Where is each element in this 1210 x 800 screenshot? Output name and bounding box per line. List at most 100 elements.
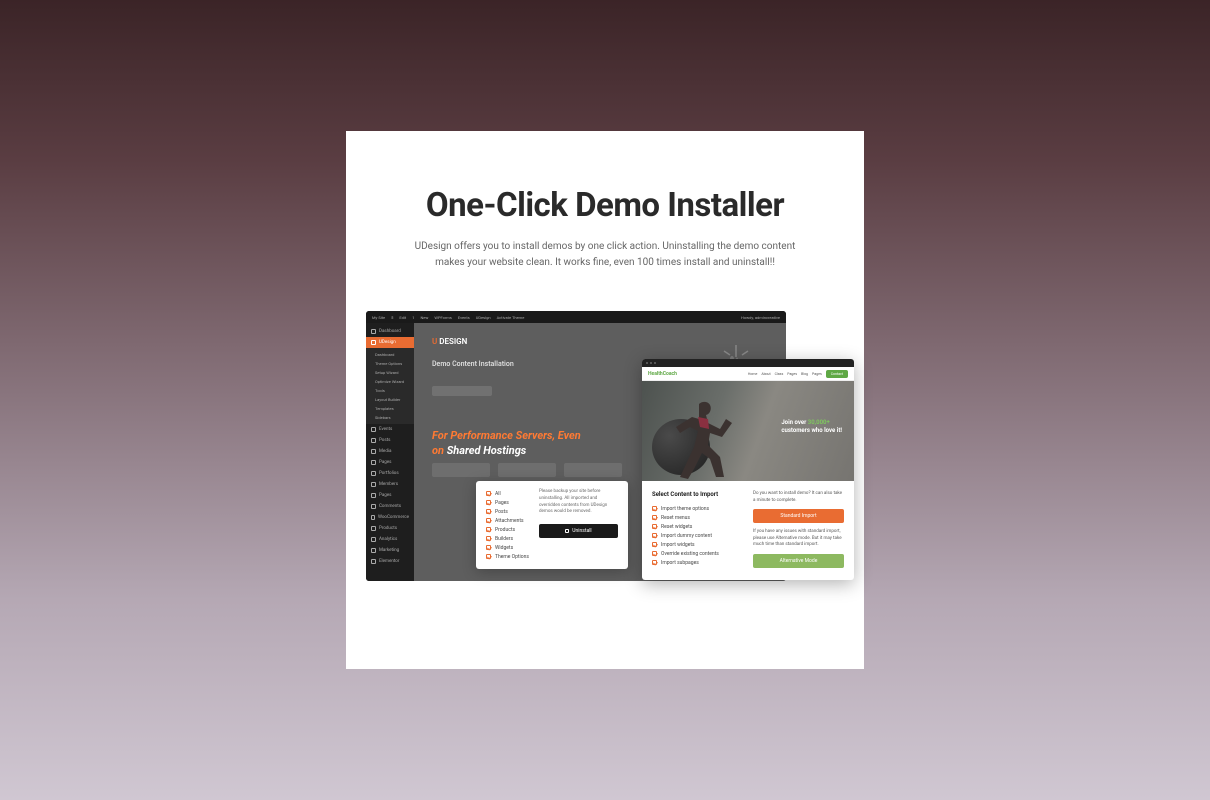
marketing-icon — [371, 548, 376, 553]
topbar-item: New — [420, 315, 428, 320]
nav-link[interactable]: Class — [775, 372, 784, 376]
checkbox-icon — [652, 506, 657, 511]
topbar-item: Edit — [399, 315, 406, 320]
checkbox-icon — [486, 500, 491, 505]
wp-topbar: My Site 5 Edit 1 New WPForms Events UDes… — [366, 311, 786, 323]
sidebar-item[interactable]: Events — [366, 424, 414, 435]
promo-card: One-Click Demo Installer UDesign offers … — [346, 131, 864, 669]
demo-select[interactable] — [432, 386, 492, 396]
import-panel: Select Content to Import Import theme op… — [642, 481, 854, 580]
check-item[interactable]: Override existing contents — [652, 549, 743, 558]
sidebar-item[interactable]: Pages — [366, 457, 414, 468]
checkbox-icon — [486, 545, 491, 550]
import-title: Select Content to Import — [652, 491, 743, 498]
import-note-2: If you have any issues with standard imp… — [753, 529, 844, 549]
topbar-item: Events — [458, 315, 470, 320]
check-item[interactable]: Attachments — [486, 516, 529, 525]
sidebar-sub-item[interactable]: Theme Options — [366, 359, 414, 368]
topbar-item: 5 — [391, 315, 393, 320]
site-nav: Home About Class Pages Blog Pages — [748, 372, 822, 376]
sidebar-item[interactable]: Members — [366, 479, 414, 490]
uninstall-note: Please backup your site before uninstall… — [539, 489, 618, 516]
checkbox-icon — [486, 491, 491, 496]
nav-link[interactable]: Home — [748, 372, 757, 376]
sidebar-sub-item[interactable]: Tools — [366, 386, 414, 395]
topbar-item: 1 — [412, 315, 414, 320]
page-title: One-Click Demo Installer — [366, 186, 844, 225]
site-header: HealthCoach Home About Class Pages Blog … — [642, 367, 854, 381]
page-subtitle: UDesign offers you to install demos by o… — [366, 239, 844, 271]
check-item[interactable]: All — [486, 489, 529, 498]
sidebar-sub-item[interactable]: Dashboard — [366, 350, 414, 359]
sidebar-item[interactable]: Analytics — [366, 534, 414, 545]
nav-link[interactable]: Blog — [801, 372, 808, 376]
nav-link[interactable]: Pages — [812, 372, 822, 376]
check-item[interactable]: Import dummy content — [652, 531, 743, 540]
nav-link[interactable]: Pages — [787, 372, 797, 376]
members-icon — [371, 482, 376, 487]
window-dot-icon — [646, 362, 648, 364]
products-icon — [371, 526, 376, 531]
check-item[interactable]: Pages — [486, 498, 529, 507]
check-item[interactable]: Posts — [486, 507, 529, 516]
checkbox-icon — [652, 560, 657, 565]
sidebar-sub-item[interactable]: Setup Wizard — [366, 368, 414, 377]
sidebar-item[interactable]: Elementor — [366, 556, 414, 567]
sidebar-item[interactable]: Marketing — [366, 545, 414, 556]
sidebar-item[interactable]: Comments — [366, 501, 414, 512]
checkbox-icon — [652, 533, 657, 538]
mockup-area: My Site 5 Edit 1 New WPForms Events UDes… — [366, 311, 844, 651]
dashboard-icon — [371, 329, 376, 334]
sidebar-item[interactable]: Media — [366, 446, 414, 457]
uninstall-button[interactable]: Uninstall — [539, 524, 618, 538]
site-logo: HealthCoach — [648, 371, 677, 377]
check-item[interactable]: Theme Options — [486, 552, 529, 561]
sidebar-sub-item[interactable]: Layout Builder — [366, 395, 414, 404]
sidebar-submenu: Dashboard Theme Options Setup Wizard Opt… — [366, 348, 414, 424]
sidebar-item-dashboard[interactable]: Dashboard — [366, 326, 414, 337]
sidebar-item-udesign[interactable]: UDesign — [366, 337, 414, 348]
checkbox-icon — [652, 524, 657, 529]
demo-card[interactable] — [432, 463, 490, 477]
topbar-item: Activate Theme — [497, 315, 525, 320]
check-item[interactable]: Import theme options — [652, 504, 743, 513]
overlay-headline: For Performance Servers, Even on Shared … — [432, 429, 581, 459]
demo-card[interactable] — [564, 463, 622, 477]
sidebar-item[interactable]: WooCommerce — [366, 512, 414, 523]
sidebar-sub-item[interactable]: Templates — [366, 404, 414, 413]
sidebar-item[interactable]: Pages — [366, 490, 414, 501]
events-icon — [371, 427, 376, 432]
topbar-item: UDesign — [476, 315, 491, 320]
contact-button[interactable]: Contact — [826, 370, 848, 378]
checkbox-icon — [652, 551, 657, 556]
import-note-1: Do you want to install demo? It can also… — [753, 491, 844, 504]
check-item[interactable]: Widgets — [486, 543, 529, 552]
topbar-item: My Site — [372, 315, 385, 320]
pages-icon — [371, 460, 376, 465]
checkbox-icon — [486, 527, 491, 532]
nav-link[interactable]: About — [761, 372, 770, 376]
theme-icon — [371, 340, 376, 345]
comments-icon — [371, 504, 376, 509]
hero-headline: Join over 30,000+ customers who love it! — [781, 419, 842, 435]
uninstall-checklist: All Pages Posts Attachments Products Bui… — [486, 489, 529, 561]
alternative-mode-button[interactable]: Alternative Mode — [753, 554, 844, 568]
check-item[interactable]: Reset menus — [652, 513, 743, 522]
check-item[interactable]: Import widgets — [652, 540, 743, 549]
standard-import-button[interactable]: Standard Import — [753, 509, 844, 523]
sidebar-sub-item[interactable]: Optimize Wizard — [366, 377, 414, 386]
sidebar-item[interactable]: Portfolios — [366, 468, 414, 479]
sidebar-sub-item[interactable]: Sidebars — [366, 413, 414, 422]
demo-card[interactable] — [498, 463, 556, 477]
uninstall-popup: All Pages Posts Attachments Products Bui… — [476, 481, 628, 569]
sidebar-item[interactable]: Products — [366, 523, 414, 534]
check-item[interactable]: Reset widgets — [652, 522, 743, 531]
sidebar-item[interactable]: Posts — [366, 435, 414, 446]
check-item[interactable]: Builders — [486, 534, 529, 543]
portfolio-icon — [371, 471, 376, 476]
hero-section: Join over 30,000+ customers who love it! — [642, 381, 854, 481]
check-item[interactable]: Import subpages — [652, 558, 743, 567]
check-item[interactable]: Products — [486, 525, 529, 534]
wp-sidebar: Dashboard UDesign Dashboard Theme Option… — [366, 323, 414, 581]
topbar-user: Howdy, admincreative — [741, 315, 780, 320]
